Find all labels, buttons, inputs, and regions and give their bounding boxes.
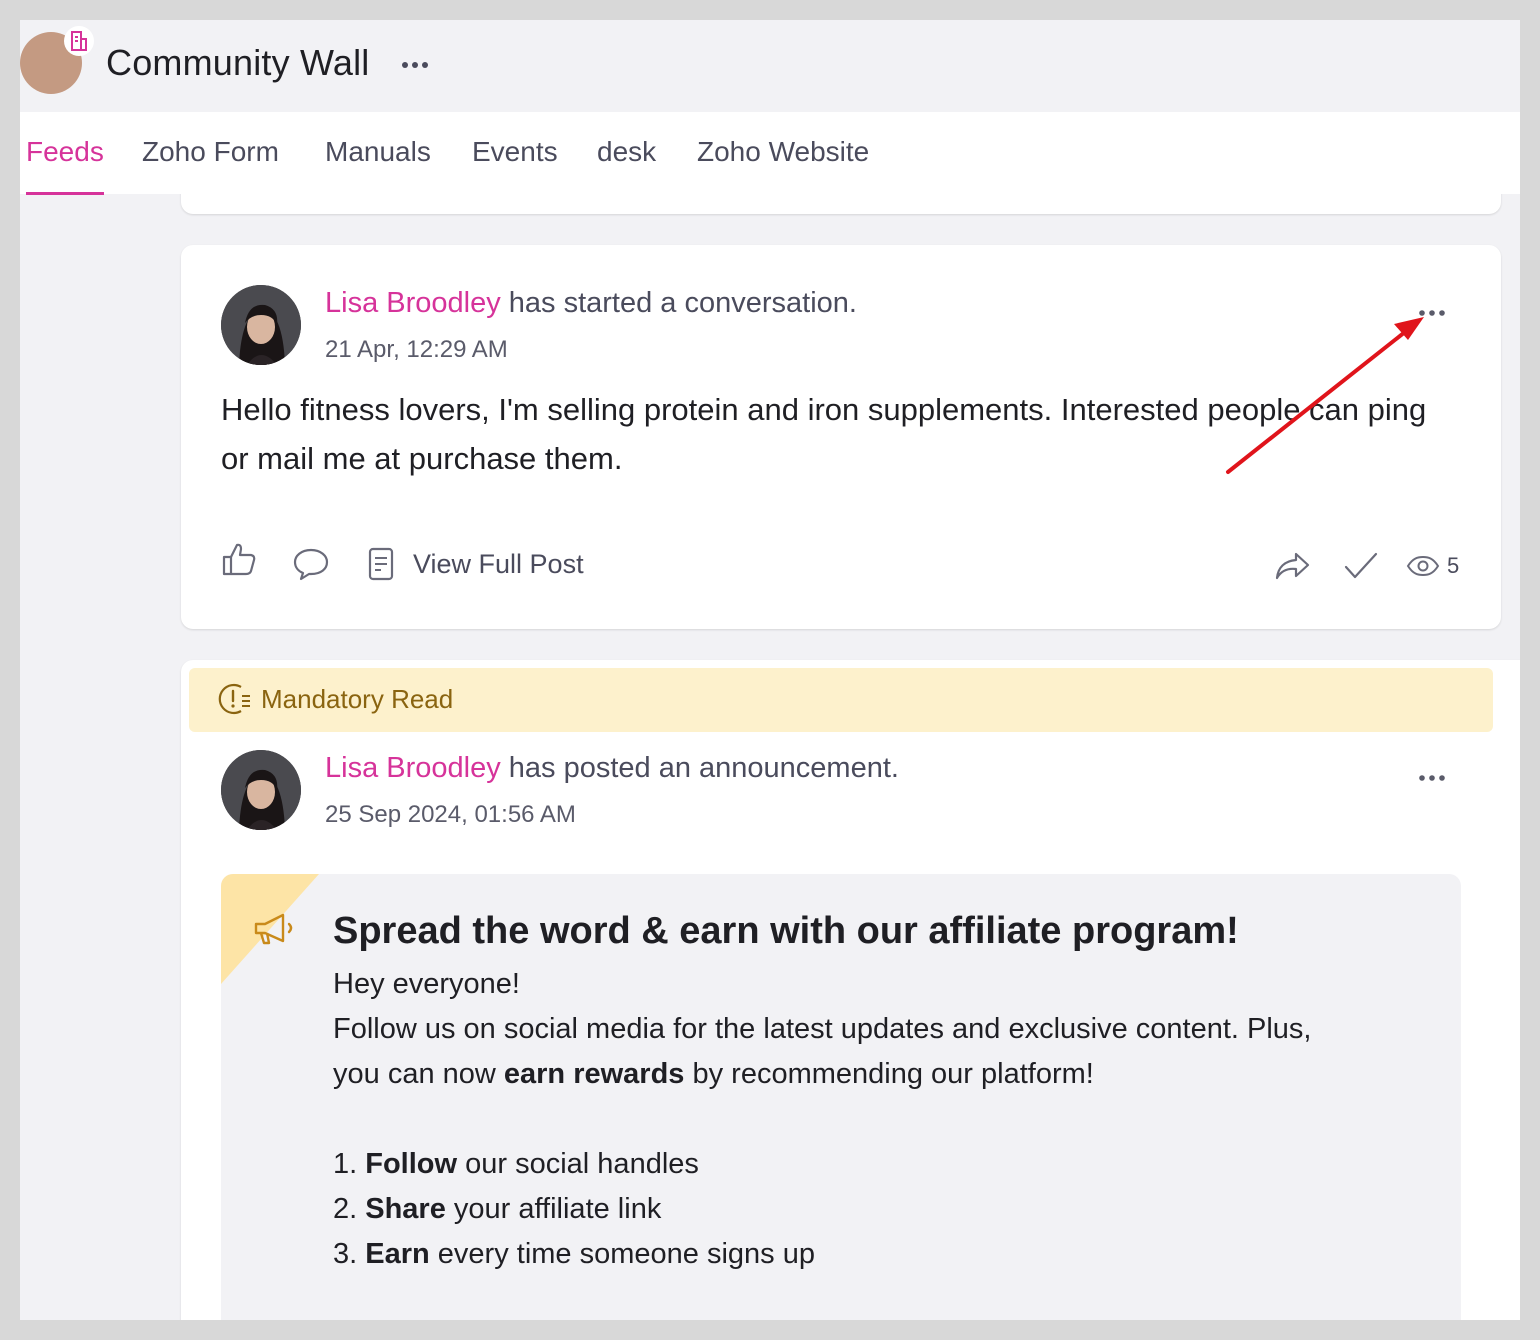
author-name[interactable]: Lisa Broodley xyxy=(325,287,501,319)
post-more-icon[interactable] xyxy=(1417,772,1447,784)
step-item: 3. Earn every time someone signs up xyxy=(333,1238,815,1271)
announcement-post-card: Mandatory Read Lisa Broodley has posted … xyxy=(181,660,1520,1320)
comment-icon[interactable] xyxy=(293,547,329,581)
line2-pre: you can now xyxy=(333,1058,504,1090)
step-number: 1. xyxy=(333,1148,366,1180)
tab-manuals[interactable]: Manuals xyxy=(325,136,431,192)
check-icon[interactable] xyxy=(1343,551,1379,581)
step-item: 2. Share your affiliate link xyxy=(333,1193,661,1226)
mandatory-alert-icon xyxy=(218,683,250,715)
header: Community Wall xyxy=(20,20,1520,112)
post-body: Hello fitness lovers, I'm selling protei… xyxy=(221,392,1427,476)
post-timestamp: 21 Apr, 12:29 AM xyxy=(325,336,508,363)
share-icon[interactable] xyxy=(1275,551,1311,581)
building-icon xyxy=(64,26,94,56)
mandatory-read-label: Mandatory Read xyxy=(261,684,454,714)
tab-zoho-website[interactable]: Zoho Website xyxy=(697,136,869,192)
post-card: Lisa Broodley has started a conversation… xyxy=(181,245,1501,629)
more-options-icon[interactable] xyxy=(400,58,430,72)
step-text: your affiliate link xyxy=(445,1193,662,1225)
author-name[interactable]: Lisa Broodley xyxy=(325,752,501,784)
step-number: 3. xyxy=(333,1238,366,1270)
announcement-box: Spread the word & earn with our affiliat… xyxy=(221,874,1461,1320)
step-text: every time someone signs up xyxy=(429,1238,815,1270)
tab-zoho-form[interactable]: Zoho Form xyxy=(142,136,279,192)
announcement-title: Spread the word & earn with our affiliat… xyxy=(333,910,1239,952)
post-timestamp: 25 Sep 2024, 01:56 AM xyxy=(325,801,576,828)
view-full-post-link[interactable]: View Full Post xyxy=(413,549,584,580)
line2-post: by recommending our platform! xyxy=(684,1058,1094,1090)
app-frame: Community Wall Feeds Zoho Form Manuals E… xyxy=(20,20,1520,1320)
megaphone-icon xyxy=(254,913,293,945)
post-action-text: has posted an announcement. xyxy=(500,752,899,784)
announcement-greeting: Hey everyone! xyxy=(333,968,520,1000)
document-icon[interactable] xyxy=(367,547,395,581)
step-bold: Earn xyxy=(365,1238,430,1270)
post-header: Lisa Broodley has started a conversation… xyxy=(325,287,857,320)
step-number: 2. xyxy=(333,1193,366,1225)
view-count: 5 xyxy=(1447,553,1460,578)
tab-feeds[interactable]: Feeds xyxy=(26,136,104,195)
eye-icon xyxy=(1406,555,1440,577)
line2-bold: earn rewards xyxy=(503,1058,685,1090)
tab-events[interactable]: Events xyxy=(472,136,558,192)
step-bold: Share xyxy=(365,1193,446,1225)
post-action-text: has started a conversation. xyxy=(500,287,857,319)
step-item: 1. Follow our social handles xyxy=(333,1148,699,1181)
author-avatar[interactable] xyxy=(221,285,301,365)
announcement-line-1: Follow us on social media for the latest… xyxy=(333,1013,1312,1045)
author-avatar[interactable] xyxy=(221,750,301,830)
post-header: Lisa Broodley has posted an announcement… xyxy=(325,752,899,785)
step-bold: Follow xyxy=(365,1148,458,1180)
mandatory-read-banner: Mandatory Read xyxy=(189,668,1493,732)
like-icon[interactable] xyxy=(221,541,257,577)
post-more-icon[interactable] xyxy=(1417,307,1447,319)
announcement-line-2: you can now earn rewards by recommending… xyxy=(333,1058,1094,1091)
step-text: our social handles xyxy=(457,1148,699,1180)
tab-desk[interactable]: desk xyxy=(597,136,656,192)
tab-bar: Feeds Zoho Form Manuals Events desk Zoho… xyxy=(20,112,1520,195)
page-title: Community Wall xyxy=(106,42,370,83)
